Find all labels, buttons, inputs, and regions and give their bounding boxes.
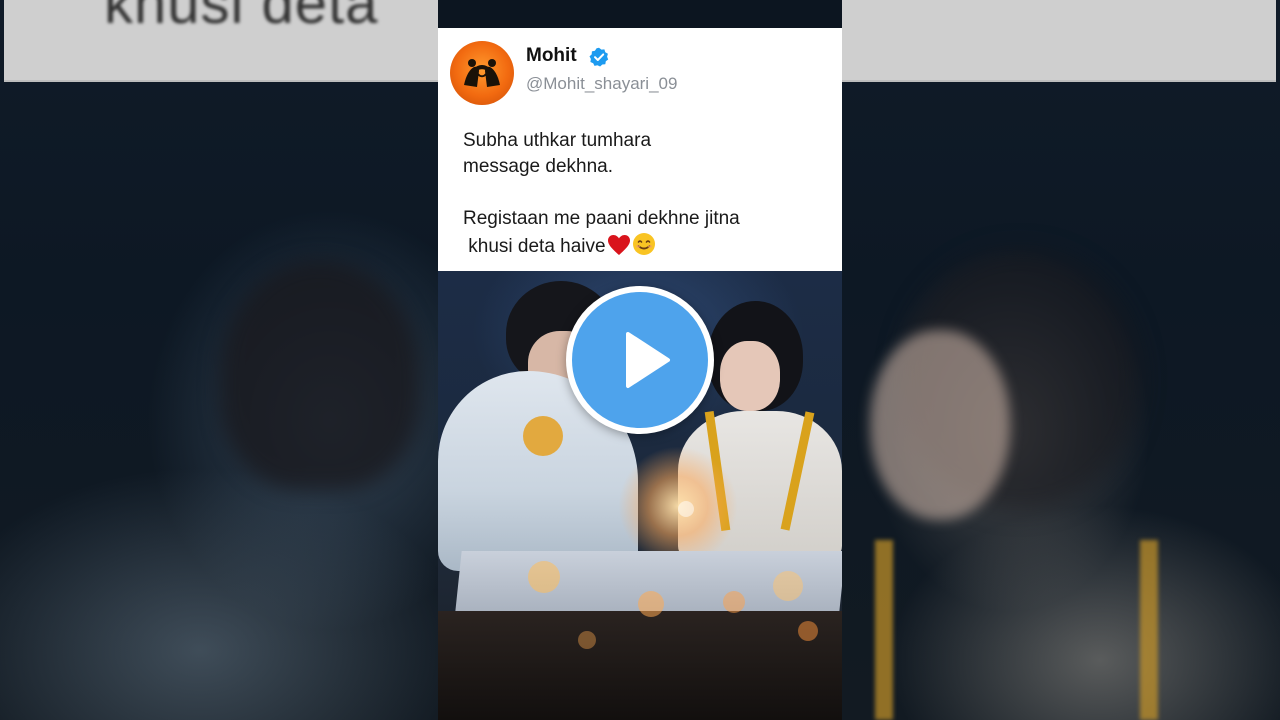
blurred-strap-right [1140, 540, 1158, 720]
girl-face [720, 341, 780, 411]
tweet-text: Subha uthkar tumhara message dekhna. Reg… [463, 128, 823, 260]
boy-inner-shirt [523, 416, 563, 456]
smiling-face-icon [632, 233, 655, 255]
tweet-line-text: khusi deta haive [463, 236, 606, 257]
tweet-line-last: khusi deta haive [463, 232, 823, 260]
tweet-line: Registaan me paani dekhne jitna [463, 208, 740, 229]
blurred-background-text: khusi deta [104, 0, 379, 36]
bokeh-light [798, 621, 818, 641]
blurred-strap-left [875, 540, 893, 720]
blurred-right-face [870, 330, 1010, 520]
bokeh-light [578, 631, 596, 649]
tweet-line: Subha uthkar tumhara [463, 130, 652, 151]
bokeh-light [528, 561, 560, 593]
video-frame: khusi deta Mohit @Mohit_shayari_09 Subha… [0, 0, 1280, 720]
verified-badge-icon [589, 47, 609, 67]
avatar[interactable] [450, 41, 514, 105]
bokeh-light [638, 591, 664, 617]
red-heart-icon [607, 235, 630, 255]
blurred-left-figure [220, 260, 420, 490]
table-front [438, 611, 842, 720]
tweet-line: message dekhna. [463, 156, 613, 177]
account-handle: @Mohit_shayari_09 [526, 74, 678, 93]
bokeh-light [678, 501, 694, 517]
account-name: Mohit [526, 45, 577, 66]
bokeh-light [773, 571, 803, 601]
play-icon [626, 332, 670, 388]
couple-silhouette-icon [464, 59, 500, 87]
tweet-card: Mohit @Mohit_shayari_09 Subha uthkar tum… [438, 28, 842, 271]
bokeh-light [723, 591, 745, 613]
play-button[interactable] [566, 286, 714, 434]
